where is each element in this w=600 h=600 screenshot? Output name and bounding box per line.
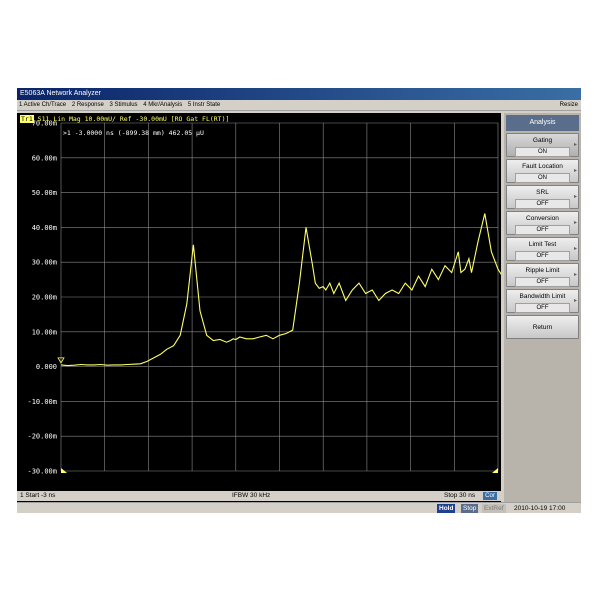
ripple-limit-softkey[interactable]: Ripple Limit OFF ▸ bbox=[506, 263, 579, 287]
y-tick-label: 0.000 bbox=[36, 363, 57, 371]
fault-location-softkey[interactable]: Fault Location ON ▸ bbox=[506, 159, 579, 183]
fault-location-value: ON bbox=[515, 173, 570, 183]
resize-button[interactable]: Resize bbox=[560, 100, 578, 111]
chevron-right-icon: ▸ bbox=[573, 298, 577, 304]
menu-active-ch-trace[interactable]: 1 Active Ch/Trace bbox=[17, 100, 68, 111]
menu-response[interactable]: 2 Response bbox=[70, 100, 106, 111]
gating-softkey[interactable]: Gating ON ▸ bbox=[506, 133, 579, 157]
srl-softkey[interactable]: SRL OFF ▸ bbox=[506, 185, 579, 209]
stop-indicator: Stop bbox=[461, 504, 479, 513]
hold-indicator: Hold bbox=[437, 504, 456, 513]
chevron-right-icon: ▸ bbox=[573, 246, 577, 252]
srl-label: SRL bbox=[536, 189, 549, 196]
menu-mkr-analysis[interactable]: 4 Mkr/Analysis bbox=[141, 100, 184, 111]
status-bar: Hold Stop ExtRef 2010-10-19 17:00 bbox=[17, 502, 581, 513]
marker-readout: >1 -3.0000 ns (-899.38 mm) 462.05 µU bbox=[63, 129, 204, 137]
extref-indicator: ExtRef bbox=[482, 504, 506, 513]
trace-tag[interactable]: Tr1 bbox=[20, 115, 34, 123]
ifbw-label: IFBW 30 kHz bbox=[232, 492, 271, 499]
y-tick-label: -30.00m bbox=[27, 468, 57, 476]
limit-test-label: Limit Test bbox=[528, 241, 557, 248]
softkey-panel: Analysis Gating ON ▸ Fault Location ON ▸… bbox=[504, 113, 581, 504]
conversion-label: Conversion bbox=[526, 215, 559, 222]
y-tick-label: 50.00m bbox=[32, 189, 57, 197]
gating-value: ON bbox=[515, 147, 570, 157]
bandwidth-limit-softkey[interactable]: Bandwidth Limit OFF ▸ bbox=[506, 289, 579, 313]
return-label: Return bbox=[532, 324, 553, 331]
y-tick-label: 30.00m bbox=[32, 259, 57, 267]
gating-label: Gating bbox=[532, 137, 553, 144]
y-tick-label: -20.00m bbox=[27, 433, 57, 441]
stimulus-bar: 1 Start -3 ns IFBW 30 kHz Stop 30 ns Cor bbox=[17, 491, 501, 501]
return-softkey[interactable]: Return bbox=[506, 315, 579, 339]
y-tick-label: 10.00m bbox=[32, 328, 57, 336]
stop-label: Stop 30 ns bbox=[444, 492, 476, 499]
menu-stimulus[interactable]: 3 Stimulus bbox=[108, 100, 140, 111]
trace-plot: 70.00m60.00m50.00m40.00m30.00m20.00m10.0… bbox=[27, 120, 501, 476]
conversion-value: OFF bbox=[515, 225, 570, 235]
conversion-softkey[interactable]: Conversion OFF ▸ bbox=[506, 211, 579, 235]
ripple-limit-value: OFF bbox=[515, 277, 570, 287]
fault-location-label: Fault Location bbox=[522, 163, 563, 170]
chevron-right-icon: ▸ bbox=[573, 142, 577, 148]
srl-value: OFF bbox=[515, 199, 570, 209]
bandwidth-limit-value: OFF bbox=[515, 303, 570, 313]
y-tick-label: 40.00m bbox=[32, 224, 57, 232]
correction-badge: Cor bbox=[483, 492, 497, 500]
ripple-limit-label: Ripple Limit bbox=[525, 267, 560, 274]
start-label: 1 Start -3 ns bbox=[20, 492, 56, 499]
chevron-right-icon: ▸ bbox=[573, 168, 577, 174]
trace-header: Tr1 S11 Lin Mag 10.00mU/ Ref -30.00mU [R… bbox=[20, 115, 229, 123]
softkey-title: Analysis bbox=[506, 115, 579, 131]
menu-instr-state[interactable]: 5 Instr State bbox=[186, 100, 222, 111]
limit-test-value: OFF bbox=[515, 251, 570, 261]
menu-bar: 1 Active Ch/Trace 2 Response 3 Stimulus … bbox=[17, 100, 581, 111]
network-analyzer-window: E5063A Network Analyzer 1 Active Ch/Trac… bbox=[17, 88, 581, 513]
chevron-right-icon: ▸ bbox=[573, 220, 577, 226]
limit-test-softkey[interactable]: Limit Test OFF ▸ bbox=[506, 237, 579, 261]
chevron-right-icon: ▸ bbox=[573, 272, 577, 278]
chevron-right-icon: ▸ bbox=[573, 194, 577, 200]
y-tick-label: -10.00m bbox=[27, 398, 57, 406]
trace-description: S11 Lin Mag 10.00mU/ Ref -30.00mU [RO Ga… bbox=[37, 115, 230, 123]
datetime-display: 2010-10-19 17:00 bbox=[514, 505, 566, 512]
y-tick-label: 20.00m bbox=[32, 294, 57, 302]
y-tick-label: 60.00m bbox=[32, 154, 57, 162]
window-title: E5063A Network Analyzer bbox=[20, 90, 101, 97]
measurement-display: 70.00m 60.00m 50.00m 40.00m 30.00m 20.00m 10.0… bbox=[17, 113, 501, 504]
window-title-bar: E5063A Network Analyzer bbox=[17, 88, 581, 100]
bandwidth-limit-label: Bandwidth Limit bbox=[519, 293, 566, 300]
